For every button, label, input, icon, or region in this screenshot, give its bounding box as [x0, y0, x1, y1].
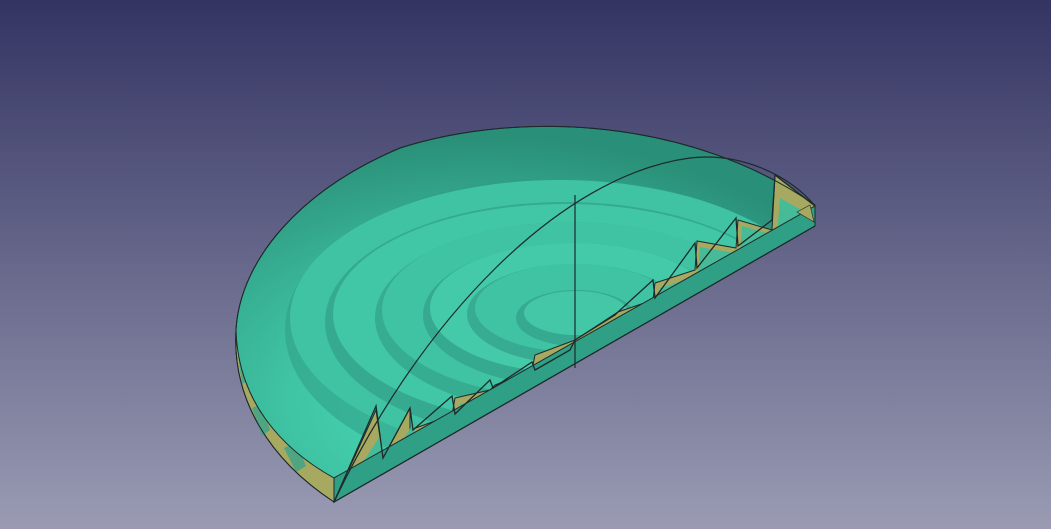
3d-viewport[interactable]	[0, 0, 1051, 529]
viewport-canvas[interactable]	[0, 0, 1051, 529]
